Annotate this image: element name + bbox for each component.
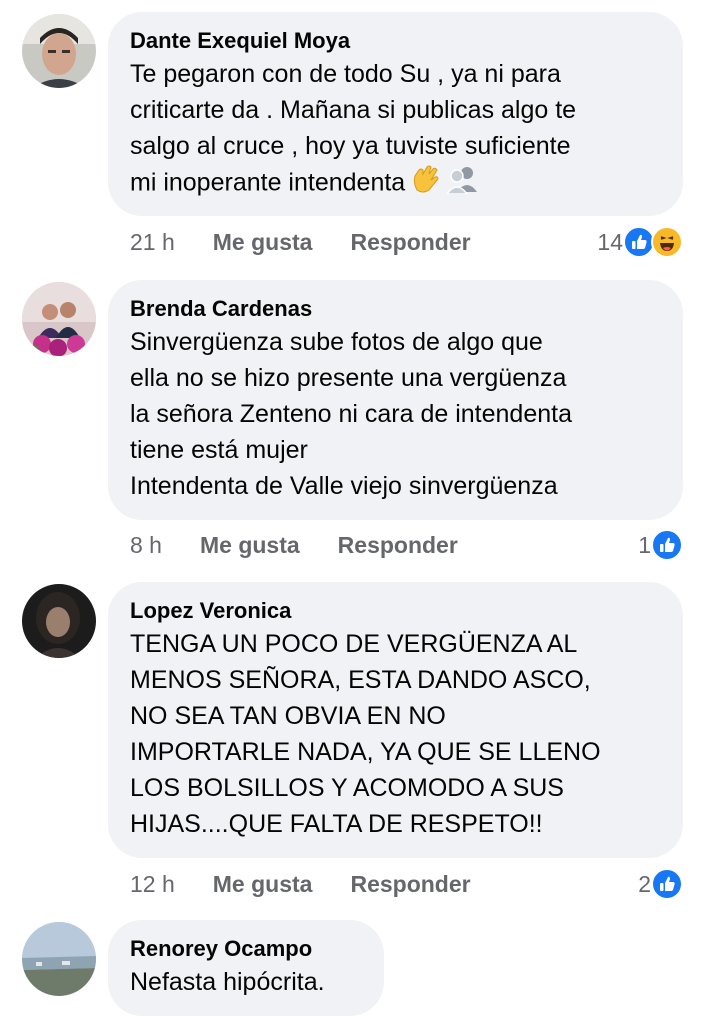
comment-author[interactable]: Dante Exequiel Moya [130,26,661,56]
reply-button[interactable]: Responder [338,532,458,559]
comment-author[interactable]: Lopez Veronica [130,596,661,626]
comment-time[interactable]: 21 h [130,229,175,256]
like-button[interactable]: Me gusta [200,532,300,559]
comment-text: TENGA UN POCO DE VERGÜENZA AL MENOS SEÑO… [130,630,601,838]
comment-bubble: Lopez Veronica TENGA UN POCO DE VERGÜENZ… [108,582,683,858]
comment-actions: 8 h Me gusta Responder [130,527,496,563]
like-button[interactable]: Me gusta [213,871,313,898]
comment-time[interactable]: 8 h [130,532,162,559]
avatar[interactable] [22,282,96,356]
reaction-summary[interactable]: 1 [638,527,683,563]
comment-actions: 12 h Me gusta Responder [130,866,509,902]
avatar[interactable] [22,14,96,88]
busts-icon [445,164,479,204]
reply-button[interactable]: Responder [350,229,470,256]
comment-author[interactable]: Brenda Cardenas [130,294,661,324]
comment-text: Nefasta hipócrita. [130,968,325,996]
reaction-summary[interactable]: 2 [638,866,683,902]
comment-bubble: Renorey Ocampo Nefasta hipócrita. [108,920,384,1016]
comment-bubble: Dante Exequiel Moya Te pegaron con de to… [108,12,683,216]
reaction-count: 1 [638,531,651,558]
like-reaction-icon [651,529,683,561]
comment-bubble: Brenda Cardenas Sinvergüenza sube fotos … [108,280,683,520]
reaction-count: 2 [638,870,651,897]
haha-reaction-icon [651,226,683,258]
reply-button[interactable]: Responder [350,871,470,898]
like-button[interactable]: Me gusta [213,229,313,256]
avatar[interactable] [22,584,96,658]
waving-hand-icon [409,164,441,204]
reaction-count: 14 [597,228,623,255]
reaction-summary[interactable]: 14 [597,224,683,260]
like-reaction-icon [651,868,683,900]
comment-text: Te pegaron con de todo Su , ya ni para c… [130,56,661,204]
avatar[interactable] [22,922,96,996]
comment-author[interactable]: Renorey Ocampo [130,934,362,964]
comment-time[interactable]: 12 h [130,871,175,898]
comment-text: Sinvergüenza sube fotos de algo que ella… [130,328,572,500]
comment-actions: 21 h Me gusta Responder [130,224,509,260]
